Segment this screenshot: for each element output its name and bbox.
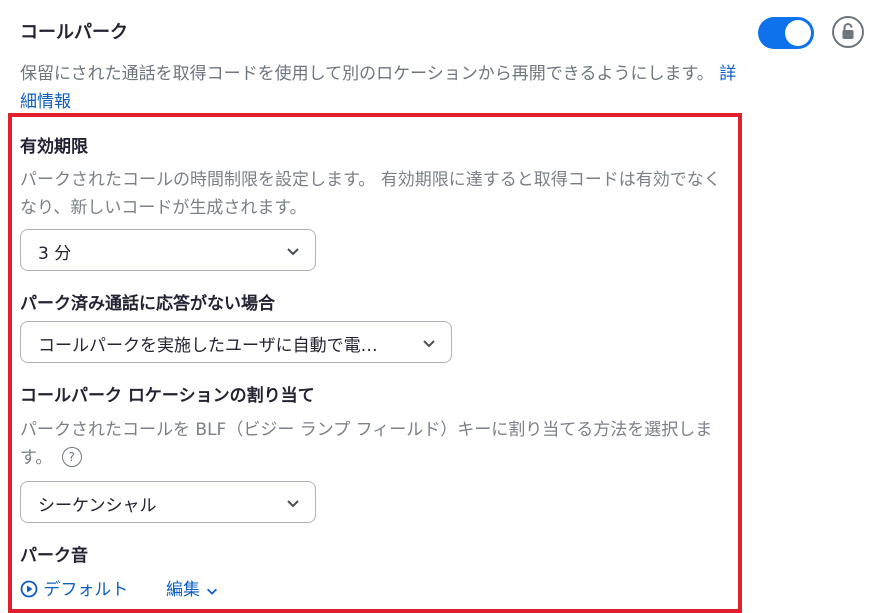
description-text: 保留にされた通話を取得コードを使用して別のロケーションから再開できるようにします…	[20, 64, 714, 84]
chevron-down-icon	[287, 500, 299, 508]
chevron-down-icon	[287, 248, 299, 256]
edit-sound-label: 編集	[166, 580, 200, 600]
lock-icon[interactable]	[832, 16, 864, 48]
location-description-block: パークされたコールを BLF（ビジー ランプ フィールド）キーに割り当てる方法を…	[20, 416, 730, 472]
play-icon	[20, 580, 38, 598]
location-label: コールパーク ロケーションの割り当て	[20, 386, 315, 406]
unanswered-value: コールパークを実施したユーザに自動で電…	[38, 336, 378, 356]
help-icon[interactable]: ?	[61, 447, 82, 467]
page-title: コールパーク	[20, 22, 128, 43]
location-value: シーケンシャル	[38, 496, 157, 516]
edit-sound-link[interactable]: 編集	[166, 575, 219, 600]
call-park-toggle[interactable]	[758, 17, 814, 49]
expiry-label: 有効期限	[20, 137, 88, 157]
park-sound-label: パーク音	[20, 546, 88, 566]
location-description: パークされたコールを BLF（ビジー ランプ フィールド）キーに割り当てる方法を…	[20, 420, 713, 468]
unanswered-select[interactable]: コールパークを実施したユーザに自動で電…	[20, 321, 452, 363]
chevron-down-icon	[423, 340, 435, 348]
location-select[interactable]: シーケンシャル	[20, 481, 316, 523]
chevron-down-icon	[207, 588, 218, 595]
toggle-knob	[785, 20, 811, 46]
expiry-value: 3 分	[38, 244, 72, 264]
default-sound-link[interactable]: デフォルト	[20, 575, 128, 600]
expiry-description: パークされたコールの時間制限を設定します。 有効期限に達すると取得コードは有効で…	[20, 170, 721, 218]
unanswered-label: パーク済み通話に応答がない場合	[20, 294, 275, 314]
expiry-select[interactable]: 3 分	[20, 229, 316, 271]
default-sound-label: デフォルト	[43, 580, 129, 600]
section-description: 保留にされた通話を取得コードを使用して別のロケーションから再開できるようにします…	[20, 60, 740, 116]
